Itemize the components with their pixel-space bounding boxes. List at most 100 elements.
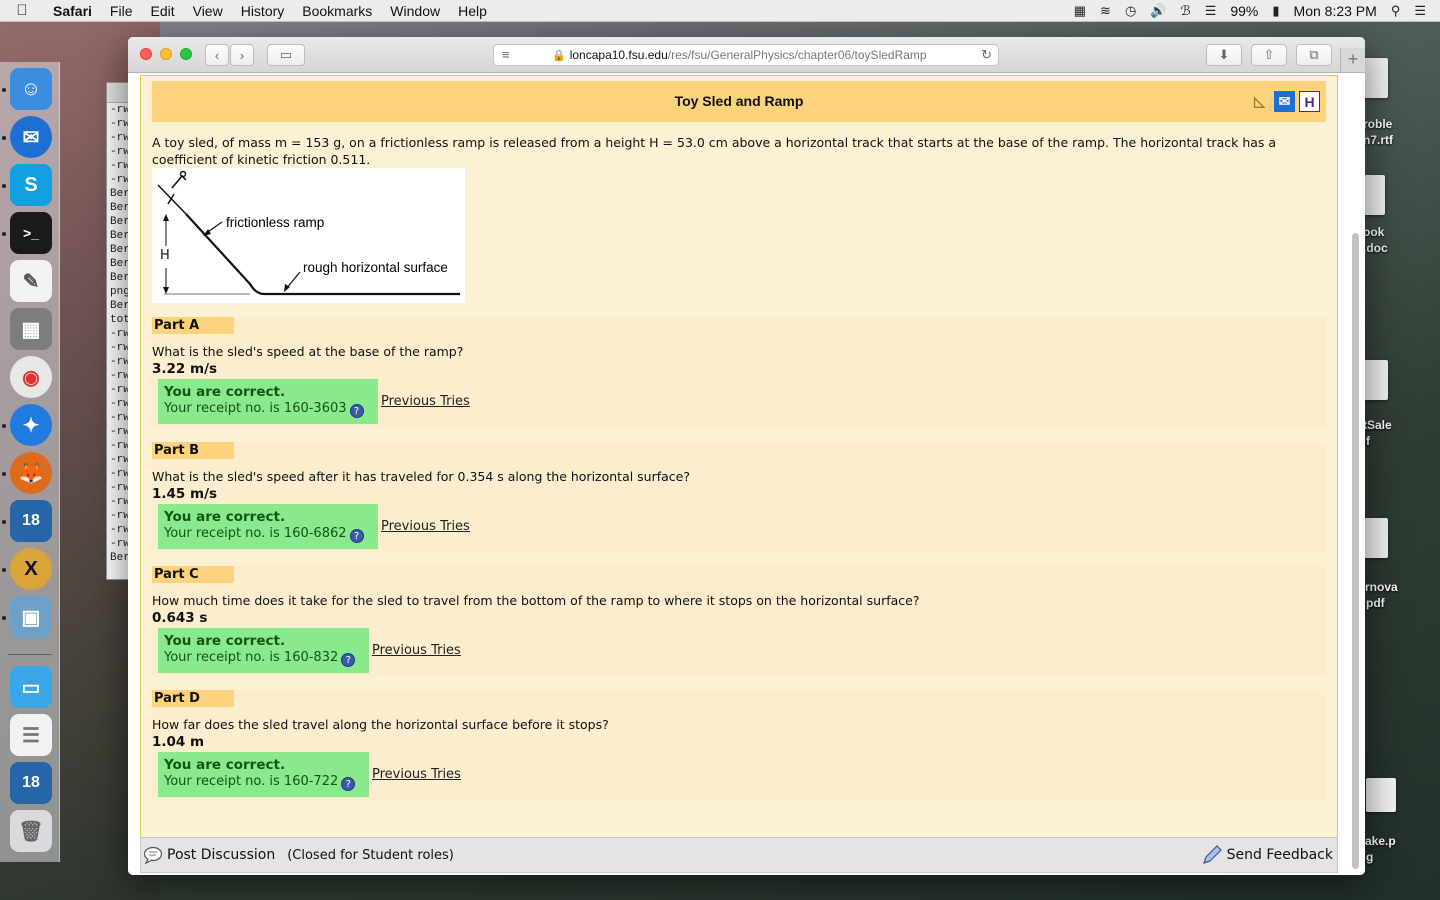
downloads-button[interactable]: ⬇ bbox=[1206, 44, 1242, 66]
diagram-label-surface: rough horizontal surface bbox=[303, 260, 448, 275]
address-bar[interactable]: ≡ 🔒 loncapa10.fsu.edu /res/fsu/GeneralPh… bbox=[493, 44, 999, 66]
maple-icon[interactable]: 18 bbox=[10, 500, 52, 542]
maple-document-icon[interactable]: 18 bbox=[10, 762, 52, 804]
firefox-icon[interactable]: 🦊 bbox=[10, 452, 52, 494]
previous-tries-link[interactable]: Previous Tries bbox=[372, 767, 461, 782]
share-button[interactable]: ⇧ bbox=[1251, 44, 1287, 66]
sidebar-toggle-button[interactable]: ▭ bbox=[267, 44, 305, 66]
vertical-scrollbar[interactable] bbox=[1352, 233, 1359, 869]
desktop-file-label[interactable]: roble bbox=[1363, 116, 1392, 132]
skype-icon[interactable]: S bbox=[10, 164, 52, 206]
desktop-file-label[interactable]: tSale bbox=[1363, 417, 1392, 433]
zoom-window-icon[interactable] bbox=[180, 48, 192, 60]
feedback-pencil-icon bbox=[1203, 845, 1222, 864]
menu-bar:  Safari File Edit View History Bookmark… bbox=[0, 0, 1440, 22]
minimize-window-icon[interactable] bbox=[160, 48, 172, 60]
page-viewport: Toy Sled and Ramp ◺ ✉ H A toy sled, of m… bbox=[128, 73, 1365, 875]
running-indicator bbox=[2, 424, 6, 428]
menu-window[interactable]: Window bbox=[381, 3, 449, 19]
help-icon[interactable]: ? bbox=[349, 529, 364, 543]
close-window-icon[interactable] bbox=[140, 48, 152, 60]
reader-icon[interactable]: ≡ bbox=[502, 47, 510, 62]
menu-history[interactable]: History bbox=[232, 3, 294, 19]
desktop-file-label[interactable]: g bbox=[1366, 849, 1373, 865]
post-discussion-link[interactable]: Post Discussion bbox=[167, 847, 275, 863]
desktop-file-label[interactable]: ook bbox=[1363, 224, 1384, 240]
running-indicator bbox=[2, 184, 6, 188]
trash-icon[interactable]: 🗑 bbox=[10, 810, 52, 852]
desktop-file-label[interactable]: .doc bbox=[1363, 240, 1388, 256]
grid-icon[interactable]: ▦ bbox=[1074, 3, 1086, 19]
running-indicator bbox=[2, 136, 6, 140]
title-tool-icons: ◺ ✉ H bbox=[1249, 91, 1320, 112]
terminal-icon[interactable]: >_ bbox=[10, 212, 52, 254]
previous-tries-link[interactable]: Previous Tries bbox=[381, 394, 470, 409]
folder-icon[interactable]: ▭ bbox=[10, 666, 52, 708]
problem-statement: A toy sled, of mass m = 153 g, on a fric… bbox=[152, 135, 1277, 167]
bluetooth-icon[interactable]: ℬ bbox=[1180, 3, 1190, 19]
wifi-icon[interactable]: ☰ bbox=[1205, 3, 1217, 19]
menu-file[interactable]: File bbox=[101, 3, 142, 19]
correct-feedback-box: You are correct. Your receipt no. is 160… bbox=[158, 504, 378, 549]
desktop-image-icon[interactable] bbox=[1366, 778, 1396, 812]
document-stack-icon[interactable]: ☰ bbox=[10, 714, 52, 756]
desktop-file-label[interactable]: n7.rtf bbox=[1363, 132, 1393, 148]
help-icon[interactable]: ? bbox=[349, 404, 364, 418]
part-a: Part A What is the sled's speed at the b… bbox=[152, 317, 1326, 427]
x11-icon[interactable]: X bbox=[10, 548, 52, 590]
tabs-overview-button[interactable]: ⧉ bbox=[1296, 44, 1332, 66]
volume-icon[interactable]: 🔊 bbox=[1150, 3, 1166, 19]
desktop-file-label[interactable]: f bbox=[1366, 433, 1370, 449]
new-tab-button[interactable]: + bbox=[1340, 48, 1365, 72]
ruler-icon[interactable]: ◺ bbox=[1249, 91, 1270, 112]
running-indicator bbox=[2, 88, 6, 92]
help-icon[interactable]: ? bbox=[341, 777, 356, 791]
forward-button[interactable]: › bbox=[230, 44, 254, 66]
textedit-icon[interactable]: ✎ bbox=[10, 260, 52, 302]
url-domain: loncapa10.fsu.edu bbox=[569, 48, 668, 62]
desktop-file-label[interactable]: ake.p bbox=[1365, 833, 1396, 849]
wifi-scan-icon[interactable]: ≋ bbox=[1100, 3, 1111, 19]
battery-icon[interactable]: ▮ bbox=[1272, 3, 1279, 19]
mail-icon[interactable]: ✉ bbox=[1274, 91, 1295, 112]
running-indicator bbox=[2, 616, 6, 620]
previous-tries-link[interactable]: Previous Tries bbox=[381, 519, 470, 534]
correct-message: You are correct. bbox=[164, 633, 286, 649]
menu-help[interactable]: Help bbox=[449, 3, 496, 19]
notification-center-icon[interactable]: ☰ bbox=[1414, 3, 1426, 19]
thunderbird-icon[interactable]: ✉ bbox=[10, 116, 52, 158]
part-label: Part B bbox=[152, 442, 234, 459]
part-label: Part C bbox=[152, 566, 234, 583]
desktop-file-label[interactable]: pdf bbox=[1366, 595, 1385, 611]
desktop-file-label[interactable]: rnova bbox=[1365, 579, 1398, 595]
send-feedback-link[interactable]: Send Feedback bbox=[1227, 847, 1333, 863]
correct-message: You are correct. bbox=[164, 384, 286, 400]
menu-app-name[interactable]: Safari bbox=[44, 3, 101, 19]
back-button[interactable]: ‹ bbox=[205, 44, 229, 66]
help-icon[interactable]: ? bbox=[341, 653, 356, 667]
safari-icon[interactable]: ✦ bbox=[10, 404, 52, 446]
part-d: Part D How far does the sled travel alon… bbox=[152, 690, 1326, 800]
correct-message: You are correct. bbox=[164, 509, 286, 525]
menu-edit[interactable]: Edit bbox=[141, 3, 183, 19]
menu-bookmarks[interactable]: Bookmarks bbox=[293, 3, 381, 19]
reload-icon[interactable]: ↻ bbox=[981, 47, 992, 63]
correct-message: You are correct. bbox=[164, 757, 286, 773]
chrome-icon[interactable]: ◉ bbox=[10, 356, 52, 398]
help-h-icon[interactable]: H bbox=[1299, 91, 1320, 112]
finder-icon[interactable]: ☺ bbox=[10, 68, 52, 110]
lock-icon: 🔒 bbox=[552, 49, 566, 62]
menu-view[interactable]: View bbox=[184, 3, 232, 19]
clock[interactable]: Mon 8:23 PM bbox=[1294, 3, 1377, 19]
time-machine-icon[interactable]: ◷ bbox=[1125, 3, 1136, 19]
previous-tries-link[interactable]: Previous Tries bbox=[372, 643, 461, 658]
battery-percent[interactable]: 99% bbox=[1230, 3, 1258, 19]
problem-title-bar: Toy Sled and Ramp ◺ ✉ H bbox=[152, 81, 1326, 122]
diagram-svg bbox=[157, 170, 460, 296]
calculator-icon[interactable]: ▦ bbox=[10, 308, 52, 350]
status-area: ▦ ≋ ◷ 🔊 ℬ ☰ 99% ▮ Mon 8:23 PM ⚲ ☰ bbox=[1074, 3, 1440, 19]
preview-icon[interactable]: ▣ bbox=[10, 596, 52, 638]
browser-window: ‹ › ▭ ≡ 🔒 loncapa10.fsu.edu /res/fsu/Gen… bbox=[128, 37, 1365, 875]
spotlight-icon[interactable]: ⚲ bbox=[1391, 3, 1401, 19]
apple-icon[interactable]:  bbox=[0, 2, 44, 19]
